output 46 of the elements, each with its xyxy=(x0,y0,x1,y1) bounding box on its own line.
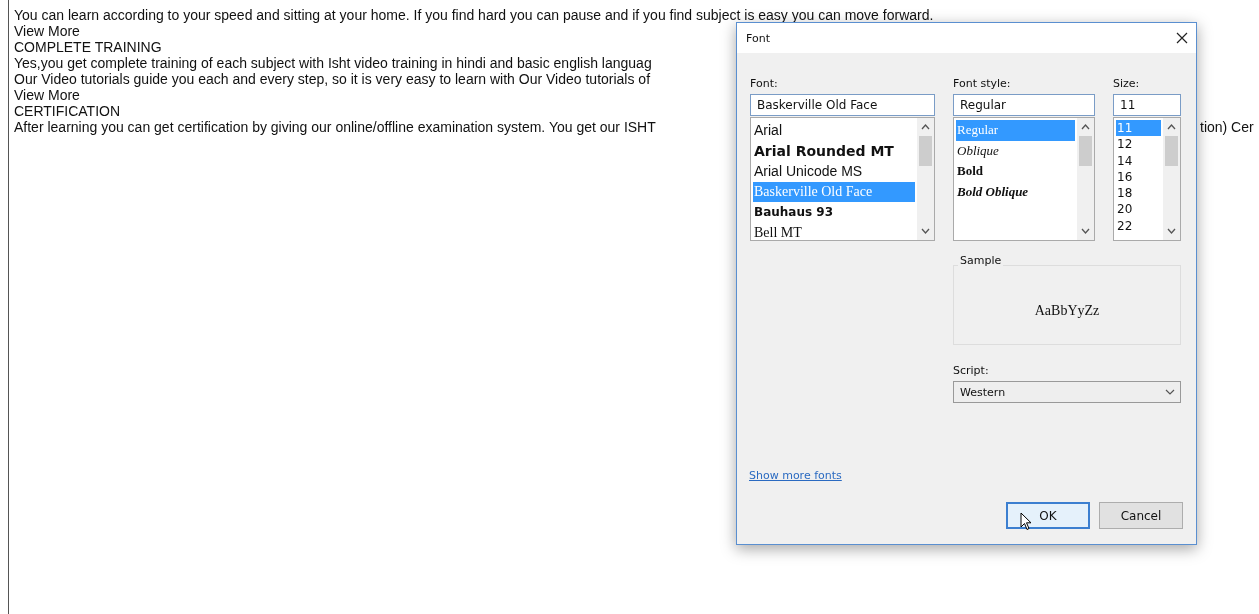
dialog-button[interactable]: Cancel xyxy=(1099,502,1183,529)
list-item[interactable]: 22 xyxy=(1116,217,1161,235)
list-item[interactable]: Bold xyxy=(956,161,1075,182)
list-item[interactable]: Bell MT xyxy=(753,222,915,240)
scrollbar[interactable] xyxy=(917,118,934,240)
chevron-icon xyxy=(1165,389,1175,395)
script-dropdown[interactable]: Western xyxy=(953,381,1181,403)
font-list[interactable]: Arial Arial Rounded MT Arial Unicode MS Baskerville Old Face Bauhaus 93 Bell MT xyxy=(750,117,935,241)
style-input[interactable]: Regular xyxy=(953,94,1095,116)
body-text: tion) Cer xyxy=(1200,119,1254,135)
list-item[interactable]: Arial Rounded MT xyxy=(753,140,915,161)
body-text: Yes,you get complete training of each subject with Isht video training in hindi and basic english languag xyxy=(14,55,652,71)
body-text: CERTIFICATION xyxy=(14,103,121,119)
scrollbar[interactable] xyxy=(1163,118,1180,240)
list-item[interactable]: Arial Unicode MS xyxy=(753,161,915,182)
size-list[interactable]: 11 12 14 16 18 20 22 xyxy=(1113,117,1181,241)
field-label: Script: xyxy=(953,364,990,377)
list-item[interactable]: 20 xyxy=(1116,201,1161,218)
list-item[interactable]: Bold Oblique xyxy=(956,181,1075,202)
list-item[interactable]: Oblique xyxy=(956,140,1075,161)
list-item[interactable]: 18 xyxy=(1116,185,1161,202)
scrollbar[interactable] xyxy=(1077,118,1094,240)
size-input[interactable]: 11 xyxy=(1113,94,1181,116)
body-text: After learning you can get certification by giving our online/offline examination system. You get our ISHT xyxy=(14,119,656,135)
list-item[interactable]: 14 xyxy=(1116,152,1161,169)
style-list[interactable]: Regular Oblique Bold Bold Oblique xyxy=(953,117,1095,241)
font-input[interactable]: Baskerville Old Face xyxy=(750,94,935,116)
dialog-button[interactable]: OK xyxy=(1006,502,1090,529)
group-label: Sample xyxy=(958,254,1004,267)
body-text: Our Video tutorials guide you each and every step, so it is very easy to learn with Our Video tutorials of xyxy=(14,71,651,87)
body-text: View More xyxy=(14,23,80,39)
show-more-fonts-link[interactable]: Show more fonts xyxy=(749,469,842,482)
body-text: View More xyxy=(14,87,80,103)
cursor-icon xyxy=(1020,512,1032,531)
list-item[interactable]: 16 xyxy=(1116,168,1161,186)
body-text: COMPLETE TRAINING xyxy=(14,39,162,55)
list-item[interactable]: Bauhaus 93 xyxy=(753,202,915,223)
field-label: Size: xyxy=(1113,77,1141,90)
close-icon[interactable] xyxy=(1176,32,1188,44)
field-label: Font: xyxy=(750,77,779,90)
list-item[interactable]: 12 xyxy=(1116,136,1161,153)
body-text: You can learn according to your speed and sitting at your home. If you find hard you can pause and if you find subject is easy you can move forward. xyxy=(14,7,934,23)
dialog-title: Font xyxy=(746,31,770,45)
list-item[interactable]: Arial xyxy=(753,120,915,141)
field-label: Font style: xyxy=(953,77,1012,90)
sample-text: AaBbYyZz xyxy=(1034,303,1100,319)
